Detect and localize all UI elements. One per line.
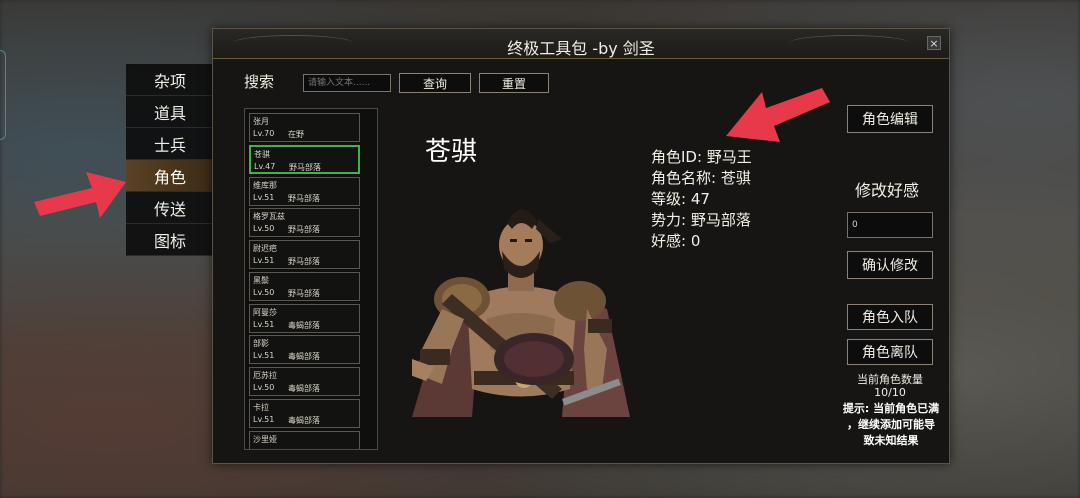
red-arrow-right-icon xyxy=(726,88,830,142)
character-entry-selected[interactable]: 苍骐 Lv.47 野马部落 xyxy=(249,145,360,174)
hint-line: 提示: 当前角色已满 xyxy=(842,402,940,415)
character-entry[interactable]: 黑鬃 Lv.50 野马部落 xyxy=(249,272,360,301)
query-button[interactable]: 查询 xyxy=(399,73,471,93)
character-favor-line: 好感: 0 xyxy=(651,232,701,250)
character-entry[interactable]: 厄苏拉 Lv.50 毒蝎部落 xyxy=(249,367,360,396)
character-entry[interactable]: 卡拉 Lv.51 毒蝎部落 xyxy=(249,399,360,428)
hint-line: 致未知结果 xyxy=(863,434,919,447)
character-id: 角色ID: 野马王 xyxy=(651,148,752,166)
character-name: 阿曼莎 xyxy=(253,308,277,317)
character-faction: 野马部落 xyxy=(288,225,320,234)
character-entry[interactable]: 尉迟疤 Lv.51 野马部落 xyxy=(249,240,360,269)
join-party-button[interactable]: 角色入队 xyxy=(847,304,933,330)
character-faction: 野马部落 xyxy=(289,163,321,172)
category-soldiers[interactable]: 士兵 xyxy=(126,128,214,160)
window-title: 终极工具包 -by 剑圣 xyxy=(507,39,655,58)
character-entry[interactable]: 部影 Lv.51 毒蝎部落 xyxy=(249,335,360,364)
character-level: Lv.51 xyxy=(253,320,275,329)
character-name: 张月 xyxy=(253,117,269,126)
confirm-modify-button[interactable]: 确认修改 xyxy=(847,251,933,279)
character-info: 角色ID: 野马王 角色名称: 苍骐 等级: 47 势力: 野马部落 好感: 0 xyxy=(651,147,752,252)
character-level: Lv.51 xyxy=(253,256,275,265)
character-level: Lv.70 xyxy=(253,129,275,138)
character-list[interactable]: 张月 Lv.70 在野 苍骐 Lv.47 野马部落 维库那 Lv.51 野马部落… xyxy=(244,108,378,450)
category-menu: 杂项 道具 士兵 角色 传送 图标 xyxy=(126,64,214,256)
edit-character-button[interactable]: 角色编辑 xyxy=(847,105,933,133)
close-icon[interactable]: × xyxy=(927,36,941,50)
character-entry[interactable]: 阿曼莎 Lv.51 毒蝎部落 xyxy=(249,304,360,333)
leave-party-button[interactable]: 角色离队 xyxy=(847,339,933,365)
character-level: Lv.50 xyxy=(253,288,275,297)
hint-line: ，继续添加可能导 xyxy=(847,418,935,431)
title-bar: 终极工具包 -by 剑圣 × xyxy=(213,29,949,59)
character-level: Lv.51 xyxy=(253,415,275,424)
character-name-line: 角色名称: 苍骐 xyxy=(651,169,751,187)
character-name: 黑鬃 xyxy=(253,276,269,285)
character-level: Lv.50 xyxy=(253,224,275,233)
character-level: Lv.47 xyxy=(254,162,276,171)
category-icons[interactable]: 图标 xyxy=(126,224,214,256)
character-level: Lv.50 xyxy=(253,383,275,392)
category-characters[interactable]: 角色 xyxy=(126,160,214,192)
category-items[interactable]: 道具 xyxy=(126,96,214,128)
background-panel-edge xyxy=(0,50,6,140)
character-faction: 野马部落 xyxy=(288,257,320,266)
search-label: 搜索 xyxy=(244,73,275,91)
selected-character-name: 苍骐 xyxy=(425,137,478,167)
character-name: 苍骐 xyxy=(254,150,270,159)
character-faction: 野马部落 xyxy=(288,289,320,298)
category-misc[interactable]: 杂项 xyxy=(126,64,214,96)
red-arrow-left-icon xyxy=(34,172,126,218)
character-faction: 毒蝎部落 xyxy=(288,416,320,425)
character-entry[interactable]: 维库那 Lv.51 野马部落 xyxy=(249,177,360,206)
party-count-value: 10/10 xyxy=(874,386,906,399)
character-faction: 毒蝎部落 xyxy=(288,321,320,330)
character-name: 沙里娅 xyxy=(253,435,277,444)
character-level: Lv.51 xyxy=(253,193,275,202)
reset-button[interactable]: 重置 xyxy=(479,73,549,93)
character-faction: 毒蝎部落 xyxy=(288,384,320,393)
character-name: 维库那 xyxy=(253,181,277,190)
character-portrait xyxy=(412,209,630,417)
toolkit-window: 终极工具包 -by 剑圣 × 搜索 查询 重置 张月 Lv.70 在野 苍骐 L… xyxy=(212,28,950,464)
character-entry[interactable]: 沙里娅 xyxy=(249,431,360,449)
character-level-line: 等级: 47 xyxy=(651,190,710,208)
character-name: 尉迟疤 xyxy=(253,244,277,253)
warning-hint: 提示: 当前角色已满 ，继续添加可能导 致未知结果 xyxy=(835,401,947,449)
character-name: 格罗瓦兹 xyxy=(253,212,285,221)
character-entry[interactable]: 张月 Lv.70 在野 xyxy=(249,113,360,142)
character-faction: 野马部落 xyxy=(288,194,320,203)
favor-input[interactable] xyxy=(847,212,933,238)
character-faction: 毒蝎部落 xyxy=(288,352,320,361)
character-level: Lv.51 xyxy=(253,351,275,360)
character-faction-line: 势力: 野马部落 xyxy=(651,211,751,229)
character-name: 卡拉 xyxy=(253,403,269,412)
party-count-label: 当前角色数量 xyxy=(857,373,923,386)
character-name: 厄苏拉 xyxy=(253,371,277,380)
category-teleport[interactable]: 传送 xyxy=(126,192,214,224)
character-faction: 在野 xyxy=(288,130,304,139)
character-entry[interactable]: 格罗瓦兹 Lv.50 野马部落 xyxy=(249,208,360,237)
modify-favor-title: 修改好感 xyxy=(855,181,920,200)
character-name: 部影 xyxy=(253,339,269,348)
search-input[interactable] xyxy=(303,74,391,92)
